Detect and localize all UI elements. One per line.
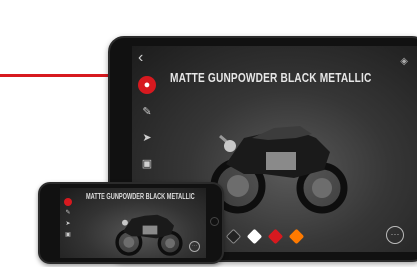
swatch-orange[interactable] (288, 228, 305, 245)
color-title: MATTE GUNPOWDER BLACK METALLIC (170, 70, 372, 85)
more-button[interactable]: ··· (386, 226, 404, 244)
phone-motorcycle-image (115, 214, 183, 256)
leaf-icon[interactable]: ✎ (138, 102, 156, 120)
panel-icon[interactable]: ▣ (138, 154, 156, 172)
phone-leaf-icon[interactable]: ✎ (64, 209, 72, 217)
tool-sidebar: ● ✎ ➤ ▣ (138, 76, 158, 180)
phone-send-icon[interactable]: ➤ (64, 220, 72, 228)
back-icon[interactable]: ‹ (138, 50, 143, 66)
phone-tool-sidebar: ✎ ➤ ▣ (64, 198, 72, 242)
swatch-black[interactable] (225, 228, 242, 245)
accent-line (0, 74, 116, 77)
swatch-white[interactable] (246, 228, 263, 245)
color-drop-icon[interactable]: ● (138, 76, 156, 94)
ar-view-icon[interactable]: ◈ (400, 56, 408, 67)
phone-device: MATTE GUNPOWDER BLACK METALLIC ✎ ➤ ▣ ··· (38, 182, 224, 264)
phone-color-drop-icon[interactable] (64, 198, 72, 206)
phone-color-title: MATTE GUNPOWDER BLACK METALLIC (86, 192, 195, 201)
phone-screen: MATTE GUNPOWDER BLACK METALLIC ✎ ➤ ▣ ··· (60, 188, 206, 258)
motorcycle-image (210, 126, 348, 214)
color-swatches (225, 228, 305, 245)
send-icon[interactable]: ➤ (138, 128, 156, 146)
phone-panel-icon[interactable]: ▣ (64, 231, 72, 239)
phone-home-button (210, 217, 219, 226)
swatch-red[interactable] (267, 228, 284, 245)
phone-more-button[interactable]: ··· (189, 241, 200, 252)
